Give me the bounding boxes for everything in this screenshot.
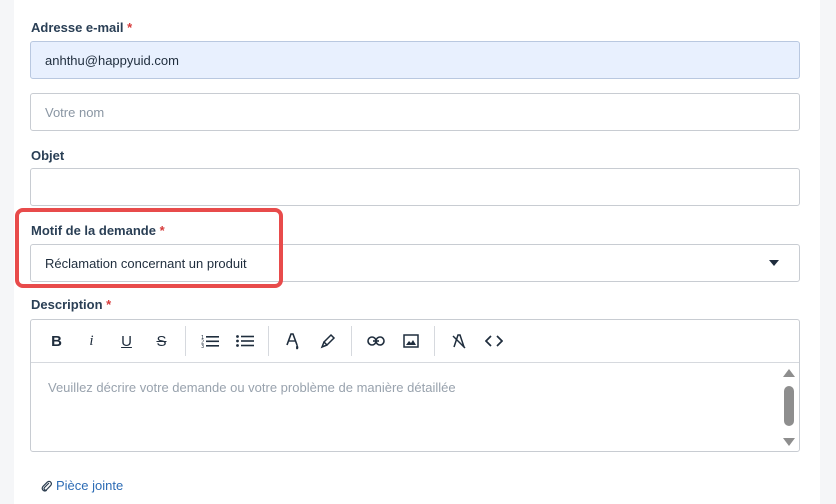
description-editor: B i U S 123 Veuillez décrire votre deman… xyxy=(30,319,800,452)
name-placeholder: Votre nom xyxy=(45,104,105,120)
italic-icon[interactable]: i xyxy=(74,326,109,356)
editor-scrollbar[interactable] xyxy=(782,369,796,449)
email-field[interactable]: anhthu@happyuid.com xyxy=(30,41,800,79)
toolbar-separator xyxy=(185,326,186,356)
underline-icon[interactable]: U xyxy=(109,326,144,356)
description-label: Description * xyxy=(31,297,112,312)
email-label: Adresse e-mail * xyxy=(31,20,133,35)
ordered-list-icon[interactable]: 123 xyxy=(192,326,227,356)
scroll-up-icon[interactable] xyxy=(783,369,795,377)
subject-label: Objet xyxy=(31,148,65,163)
attachment-label: Pièce jointe xyxy=(56,478,124,493)
caret-down-icon xyxy=(769,260,779,266)
code-icon[interactable] xyxy=(476,326,511,356)
strikethrough-icon[interactable]: S xyxy=(144,326,179,356)
highlight-icon[interactable] xyxy=(310,326,345,356)
toolbar-separator xyxy=(434,326,435,356)
editor-toolbar: B i U S 123 xyxy=(31,320,799,363)
subject-field[interactable] xyxy=(30,168,800,206)
name-field[interactable]: Votre nom xyxy=(30,93,800,131)
image-icon[interactable] xyxy=(393,326,428,356)
text-color-icon[interactable] xyxy=(275,326,310,356)
bullet-list-icon[interactable] xyxy=(227,326,262,356)
svg-text:3: 3 xyxy=(201,344,204,348)
scroll-down-icon[interactable] xyxy=(783,438,795,446)
scroll-thumb[interactable] xyxy=(784,386,794,426)
email-value: anhthu@happyuid.com xyxy=(45,52,179,68)
toolbar-separator xyxy=(268,326,269,356)
clear-format-icon[interactable] xyxy=(441,326,476,356)
bold-icon[interactable]: B xyxy=(39,326,74,356)
paperclip-icon xyxy=(41,480,52,492)
description-textarea[interactable]: Veuillez décrire votre demande ou votre … xyxy=(31,363,799,451)
description-placeholder: Veuillez décrire votre demande ou votre … xyxy=(48,380,456,395)
attachment-link[interactable]: Pièce jointe xyxy=(41,478,123,493)
highlight-box xyxy=(15,208,283,288)
toolbar-separator xyxy=(351,326,352,356)
link-icon[interactable] xyxy=(358,326,393,356)
